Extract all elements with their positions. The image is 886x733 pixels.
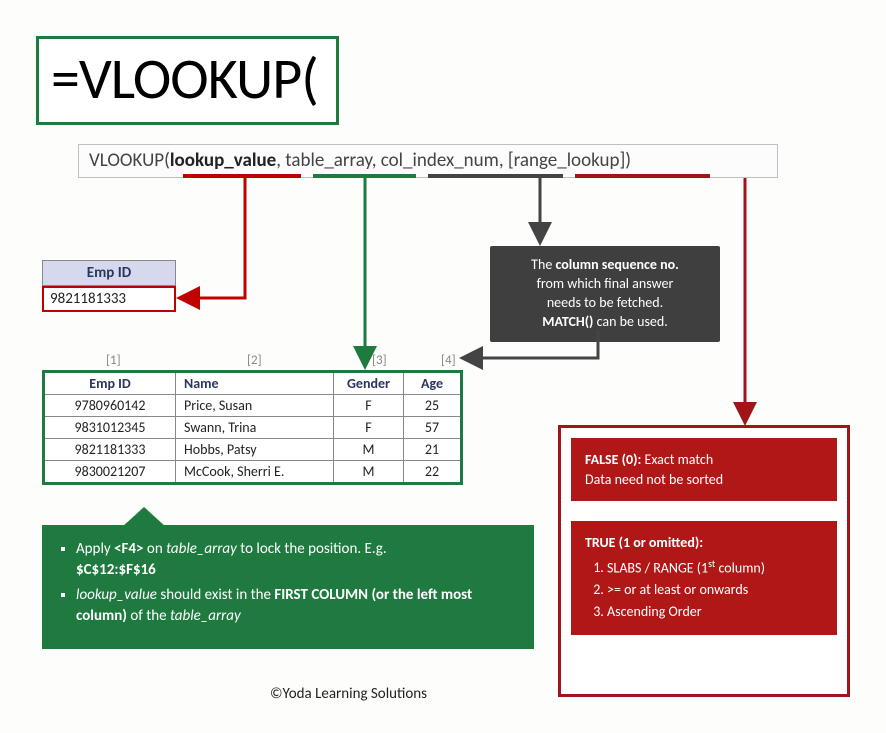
underline-col-index (428, 174, 563, 178)
emp-id-header: Emp ID (42, 260, 176, 286)
cell-name: McCook, Sherri E. (176, 461, 334, 484)
tip-item: lookup_value should exist in the FIRST C… (76, 585, 518, 627)
tip-item: Apply <F4> on table_array to lock the po… (76, 539, 518, 581)
table-header-row: Emp ID Name Gender Age (44, 372, 462, 395)
underline-table-array (313, 174, 416, 178)
col-index-4: [4] (441, 353, 456, 368)
table-row: 9831012345 Swann, Trina F 57 (44, 417, 462, 439)
col-index-callout: The column sequence no. from which final… (490, 246, 720, 342)
tip-range: $C$12:$F$16 (76, 561, 156, 579)
cell-age: 25 (404, 395, 462, 417)
false-title: FALSE (0): (585, 451, 641, 468)
col-index-1: [1] (106, 353, 121, 368)
cell-gender: F (334, 395, 404, 417)
th-age: Age (404, 372, 462, 395)
th-emp-id: Emp ID (44, 372, 176, 395)
false-desc: Exact match (641, 451, 713, 468)
false-option-box: FALSE (0): Exact match Data need not be … (571, 438, 837, 501)
tip-arg: table_array (166, 540, 237, 558)
callout-pointer-icon (122, 507, 166, 527)
cell-name: Price, Susan (176, 395, 334, 417)
table-row: 9821181333 Hobbs, Patsy M 21 (44, 439, 462, 461)
col-index-2: [2] (247, 353, 262, 368)
true-item: SLABS / RANGE (1st column) (607, 557, 823, 578)
tip-key: <F4> (114, 540, 143, 558)
th-gender: Gender (334, 372, 404, 395)
underline-lookup-value (183, 174, 301, 178)
cell-age: 22 (404, 461, 462, 484)
callout-match-fn: MATCH() (542, 313, 593, 330)
callout-text: The (531, 256, 555, 273)
cell-age: 21 (404, 439, 462, 461)
cell-emp-id: 9821181333 (44, 439, 176, 461)
table-row: 9780960142 Price, Susan F 25 (44, 395, 462, 417)
true-title: TRUE (1 or omitted): (585, 534, 703, 551)
callout-text-bold: column sequence no. (555, 256, 678, 273)
cell-gender: M (334, 439, 404, 461)
true-text: SLABS / RANGE (1 (607, 559, 708, 576)
true-item: >= or at least or onwards (607, 580, 823, 600)
true-option-box: TRUE (1 or omitted): SLABS / RANGE (1st … (571, 521, 837, 635)
cell-gender: F (334, 417, 404, 439)
col-index-3: [3] (372, 353, 387, 368)
callout-text: needs to be fetched. (547, 294, 663, 311)
table-array-tip: Apply <F4> on table_array to lock the po… (42, 525, 534, 649)
copyright: ©Yoda Learning Solutions (270, 685, 427, 703)
callout-text: from which final answer (537, 275, 674, 292)
true-text: column) (715, 559, 765, 576)
tip-text: to lock the position. E.g. (237, 540, 387, 558)
tip-text: Apply (76, 540, 114, 558)
cell-emp-id: 9830021207 (44, 461, 176, 484)
cell-gender: M (334, 461, 404, 484)
cell-age: 57 (404, 417, 462, 439)
tip-text: of the (127, 607, 170, 625)
cell-emp-id: 9831012345 (44, 417, 176, 439)
emp-id-value-cell: 9821181333 (42, 286, 176, 312)
underline-range-lookup (575, 174, 710, 178)
formula-box: =VLOOKUP( (36, 36, 339, 125)
tip-text: on (144, 540, 167, 558)
tip-text: should exist in the (157, 586, 274, 604)
data-table: Emp ID Name Gender Age 9780960142 Price,… (42, 370, 463, 485)
tip-arg: table_array (170, 607, 241, 625)
arrow-lookup-value (182, 178, 245, 298)
true-item: Ascending Order (607, 602, 823, 622)
tooltip-rest: , table_array, col_index_num, [range_loo… (276, 149, 631, 172)
cell-emp-id: 9780960142 (44, 395, 176, 417)
tooltip-fn: VLOOKUP( (89, 149, 170, 172)
tooltip-arg-lookup-value: lookup_value (170, 149, 276, 172)
th-name: Name (176, 372, 334, 395)
tip-arg: lookup_value (76, 586, 157, 604)
false-line2: Data need not be sorted (585, 471, 723, 488)
range-lookup-container: FALSE (0): Exact match Data need not be … (558, 425, 850, 697)
table-row: 9830021207 McCook, Sherri E. M 22 (44, 461, 462, 484)
cell-name: Hobbs, Patsy (176, 439, 334, 461)
vlookup-tooltip: VLOOKUP(lookup_value, table_array, col_i… (78, 144, 778, 178)
cell-name: Swann, Trina (176, 417, 334, 439)
callout-text: can be used. (593, 313, 667, 330)
